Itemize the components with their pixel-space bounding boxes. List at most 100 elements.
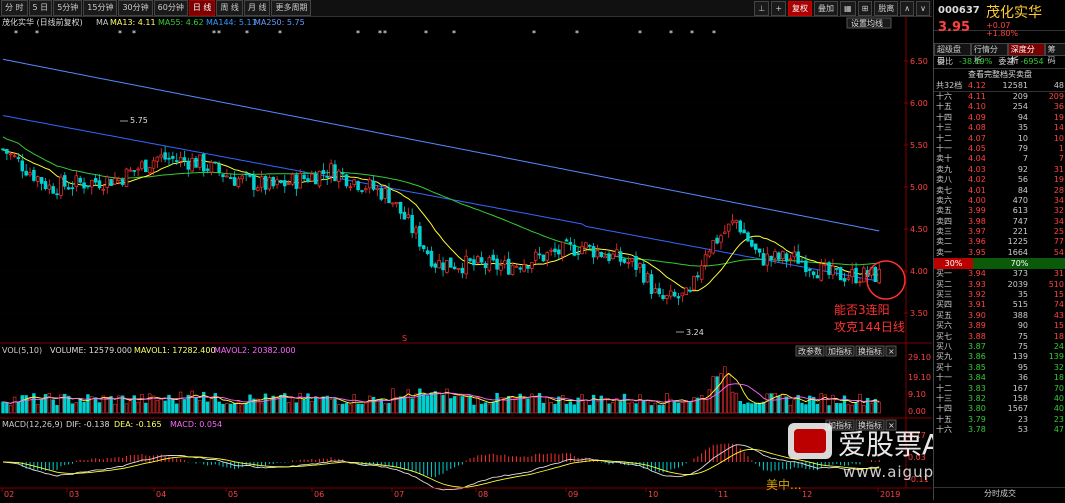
candle-body bbox=[476, 256, 480, 264]
volume-bar bbox=[286, 402, 291, 414]
ask-row[interactable]: 十五 4.10 254 36 bbox=[934, 102, 1065, 112]
ask-ex: 77 bbox=[1053, 237, 1064, 247]
ask-row[interactable]: 十一 4.05 79 1 bbox=[934, 144, 1065, 154]
period-tab-7[interactable]: 周 线 bbox=[216, 0, 243, 16]
candle-body bbox=[823, 263, 827, 266]
bid-row[interactable]: 买六 3.89 90 15 bbox=[934, 321, 1065, 331]
toolbar-btn-0[interactable]: ⊥ bbox=[754, 1, 770, 16]
toolbar-btn-6[interactable]: 脱离 bbox=[874, 1, 899, 16]
ask-row[interactable]: 卖二 3.96 1225 77 bbox=[934, 237, 1065, 247]
bid-row[interactable]: 买七 3.88 75 18 bbox=[934, 332, 1065, 342]
volume-bar bbox=[703, 398, 708, 414]
panel-tab-1[interactable]: 行情分析 bbox=[970, 43, 1008, 65]
toolbar-btn-7[interactable]: ∧ bbox=[900, 1, 915, 16]
toolbar-btn-4[interactable]: ▦ bbox=[840, 1, 856, 16]
date-tick: 11 bbox=[718, 490, 728, 499]
ask-row[interactable]: 卖五 3.99 613 32 bbox=[934, 206, 1065, 216]
bid-row[interactable]: 买五 3.90 388 43 bbox=[934, 311, 1065, 321]
ask-lbl: 卖八 bbox=[936, 175, 952, 185]
toolbar-btn-8[interactable]: ∨ bbox=[916, 1, 930, 16]
ma250-line bbox=[2, 58, 880, 232]
ask-vol: 470 bbox=[1012, 195, 1028, 205]
period-tab-5[interactable]: 60分钟 bbox=[153, 0, 188, 16]
candle-body bbox=[495, 258, 499, 270]
ask-row[interactable]: 卖六 4.00 470 34 bbox=[934, 196, 1065, 206]
panel-tab-3[interactable]: 筹码 bbox=[1044, 43, 1065, 65]
stock-name: 茂化实华 bbox=[986, 5, 1042, 21]
candlesticks bbox=[1, 145, 881, 306]
toolbar-btn-2[interactable]: 复权 bbox=[788, 1, 813, 16]
volume-bar bbox=[306, 393, 310, 414]
ask-row[interactable]: 卖八 4.02 56 19 bbox=[934, 175, 1065, 185]
period-tab-0[interactable]: 分 时 bbox=[1, 0, 28, 16]
candle-body bbox=[232, 177, 237, 186]
period-tab-1[interactable]: 5 日 bbox=[28, 0, 53, 16]
candle-body bbox=[788, 258, 793, 261]
bid-row[interactable]: 买三 3.92 35 15 bbox=[934, 290, 1065, 300]
candle-body bbox=[730, 220, 735, 224]
bid-row[interactable]: 十二 3.83 167 70 bbox=[934, 384, 1065, 394]
volume-bar bbox=[221, 403, 225, 414]
period-tab-2[interactable]: 5分钟 bbox=[53, 0, 83, 16]
bid-row[interactable]: 买四 3.91 515 74 bbox=[934, 300, 1065, 310]
view-full-orderbook-link[interactable]: 查看完整档买卖盘 bbox=[934, 69, 1065, 80]
ask-row[interactable]: 卖十 4.04 7 7 bbox=[934, 154, 1065, 164]
period-tab-4[interactable]: 30分钟 bbox=[118, 0, 153, 16]
period-tab-9[interactable]: 更多周期 bbox=[271, 0, 312, 16]
period-tab-6[interactable]: 日 线 bbox=[188, 0, 216, 16]
vol-btn-label: 换指标 bbox=[858, 346, 882, 356]
bid-row[interactable]: 买九 3.86 139 139 bbox=[934, 352, 1065, 362]
ask-row[interactable]: 卖三 3.97 221 25 bbox=[934, 227, 1065, 237]
volume-bar bbox=[572, 404, 576, 414]
volume-bar bbox=[310, 401, 314, 414]
volume-bar bbox=[437, 392, 441, 414]
date-tick: 08 bbox=[478, 490, 488, 499]
bid-lbl: 十二 bbox=[936, 383, 952, 393]
ask-ex: 209 bbox=[1048, 92, 1064, 101]
bid-row[interactable]: 买八 3.87 75 24 bbox=[934, 342, 1065, 352]
bid-row[interactable]: 十一 3.84 36 18 bbox=[934, 373, 1065, 383]
volume-bar bbox=[36, 403, 40, 414]
bid-row[interactable]: 十三 3.82 158 40 bbox=[934, 394, 1065, 404]
toolbar-btn-1[interactable]: + bbox=[771, 1, 787, 16]
candle-body bbox=[93, 178, 98, 183]
bid-row[interactable]: 买一 3.94 373 31 bbox=[934, 269, 1065, 279]
ask-ex: 31 bbox=[1053, 164, 1064, 174]
ask-row[interactable]: 十二 4.07 10 10 bbox=[934, 134, 1065, 144]
ask-row[interactable]: 卖七 4.01 84 28 bbox=[934, 186, 1065, 196]
ask-row[interactable]: 卖四 3.98 747 34 bbox=[934, 217, 1065, 227]
split-red: 30% bbox=[934, 258, 973, 270]
candle-body bbox=[526, 265, 530, 269]
candle-body bbox=[171, 156, 175, 159]
volume-bar bbox=[259, 402, 264, 414]
panel-tabs: 超级盘口 行情分析 深度分析 筹码 bbox=[934, 43, 1065, 65]
bid-row[interactable]: 十五 3.79 23 23 bbox=[934, 415, 1065, 425]
ask-row[interactable]: 十三 4.08 35 14 bbox=[934, 123, 1065, 133]
bid-row[interactable]: 买十 3.85 95 32 bbox=[934, 363, 1065, 373]
volume-bar bbox=[178, 391, 183, 414]
event-stars: * * * * * * * * * * * * * * * * * * * bbox=[14, 29, 716, 38]
event-star: * bbox=[118, 29, 122, 38]
candle-body bbox=[487, 257, 492, 271]
bid-row[interactable]: 买二 3.93 2039 510 bbox=[934, 280, 1065, 290]
period-tab-8[interactable]: 月 线 bbox=[243, 0, 271, 16]
bid-row[interactable]: 十六 3.78 53 47 bbox=[934, 425, 1065, 435]
price-tick: 6.50 bbox=[910, 57, 928, 66]
ask-vol: 254 bbox=[1012, 102, 1028, 112]
period-tab-3[interactable]: 15分钟 bbox=[83, 0, 118, 16]
panel-tab-0[interactable]: 超级盘口 bbox=[934, 43, 971, 65]
candle-body bbox=[194, 157, 198, 168]
ask-row[interactable]: 卖一 3.95 1664 54 bbox=[934, 248, 1065, 258]
volume-bar bbox=[723, 366, 727, 414]
ask-row[interactable]: 十六 4.11 209 209 bbox=[934, 92, 1065, 102]
ask-lbl: 卖四 bbox=[936, 216, 952, 226]
panel-tab-2[interactable]: 深度分析 bbox=[1007, 43, 1045, 65]
ask-row[interactable]: 十四 4.09 94 19 bbox=[934, 113, 1065, 123]
toolbar-btn-5[interactable]: ⊞ bbox=[857, 1, 873, 16]
toolbar-btn-3[interactable]: 叠加 bbox=[814, 1, 839, 16]
event-star: * bbox=[638, 29, 642, 38]
ask-row[interactable]: 卖九 4.03 92 31 bbox=[934, 165, 1065, 175]
bid-row[interactable]: 十四 3.80 1567 40 bbox=[934, 404, 1065, 414]
tick-trades-tab[interactable]: 分时成交 bbox=[934, 487, 1065, 500]
ask-lbl: 卖一 bbox=[936, 247, 952, 257]
